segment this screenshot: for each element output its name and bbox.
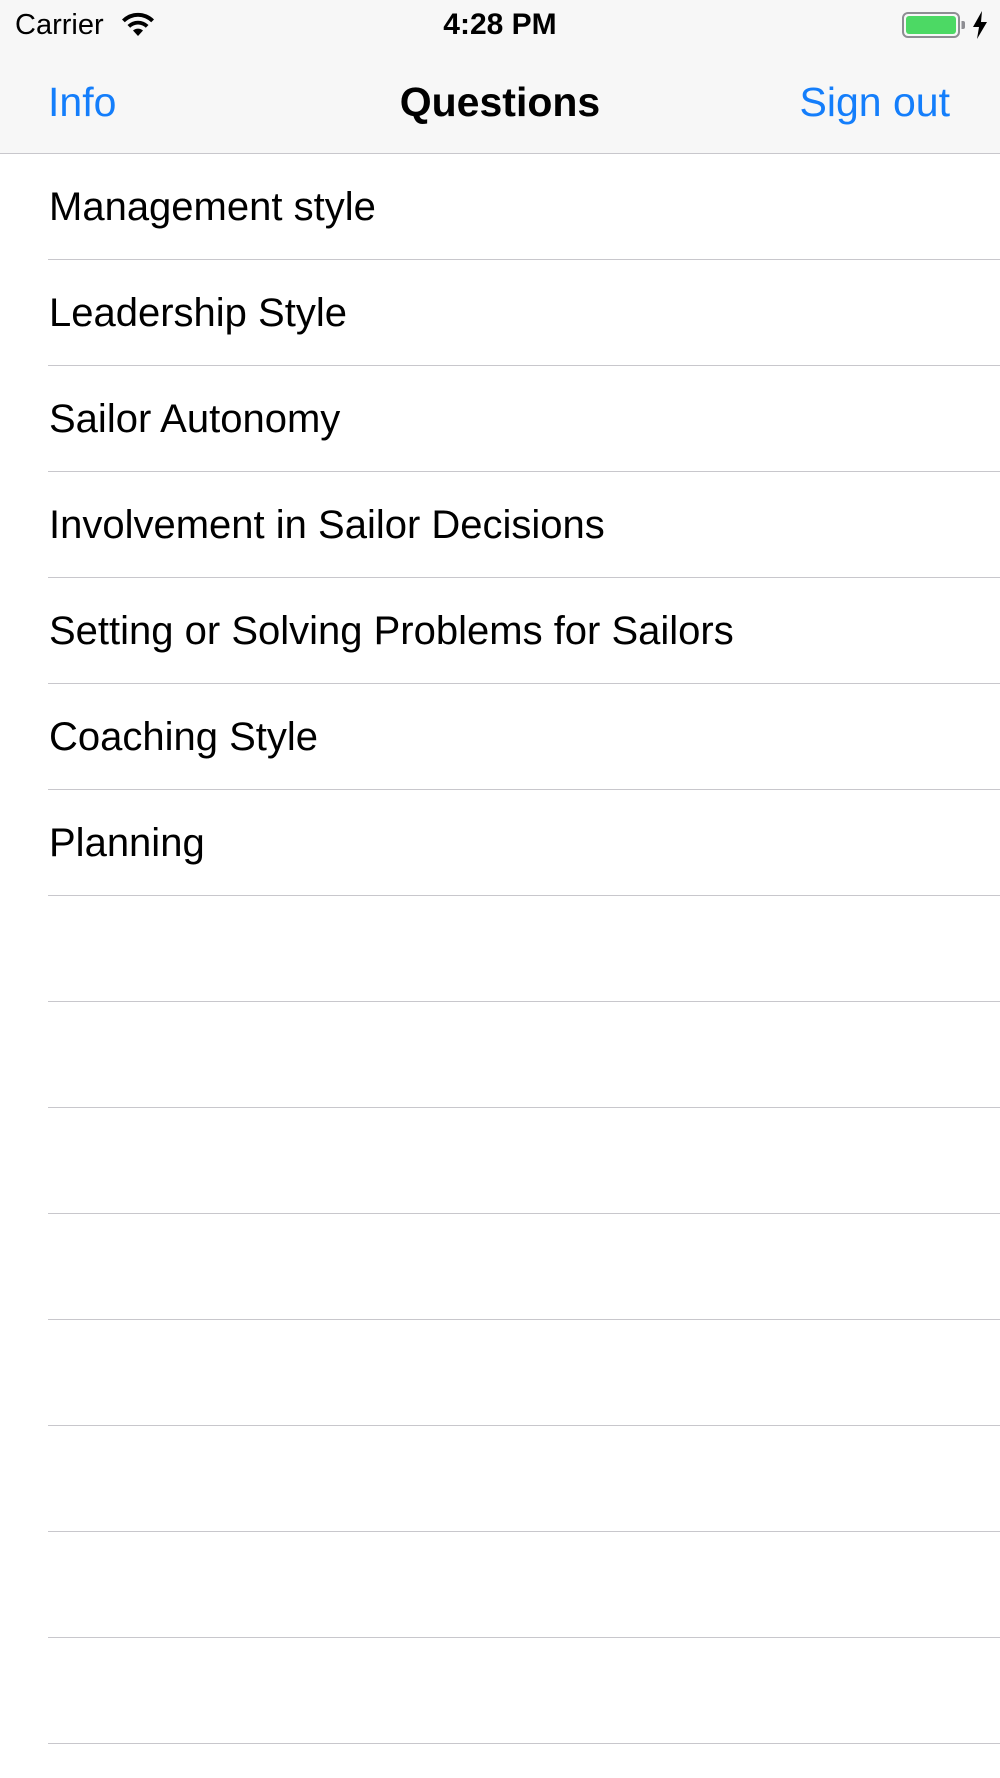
list-item-label: Leadership Style [49, 291, 347, 335]
list-item-sailor-autonomy[interactable]: Sailor Autonomy [0, 366, 1000, 472]
list-item-label: Setting or Solving Problems for Sailors [49, 609, 734, 653]
list-item-label: Management style [49, 185, 376, 229]
empty-row [0, 1108, 1000, 1214]
status-bar: Carrier 4:28 PM [0, 0, 1000, 50]
list-item-label: Sailor Autonomy [49, 397, 341, 441]
empty-row [0, 1426, 1000, 1532]
empty-row [0, 896, 1000, 1002]
list-item-label: Coaching Style [49, 715, 319, 759]
list-item-involvement-in-sailor-decisions[interactable]: Involvement in Sailor Decisions [0, 472, 1000, 578]
list-item-label: Involvement in Sailor Decisions [49, 503, 605, 547]
empty-row [0, 1002, 1000, 1108]
list-item-management-style[interactable]: Management style [0, 154, 1000, 260]
empty-row [0, 1214, 1000, 1320]
charging-icon [973, 11, 987, 39]
sign-out-button[interactable]: Sign out [800, 78, 950, 126]
navigation-bar: Info Questions Sign out [0, 50, 1000, 154]
list-item-planning[interactable]: Planning [0, 790, 1000, 896]
list-item-leadership-style[interactable]: Leadership Style [0, 260, 1000, 366]
empty-row [0, 1638, 1000, 1744]
questions-list: Management style Leadership Style Sailor… [0, 154, 1000, 1744]
empty-row [0, 1532, 1000, 1638]
list-item-coaching-style[interactable]: Coaching Style [0, 684, 1000, 790]
list-item-label: Planning [49, 821, 205, 865]
battery-icon [902, 12, 965, 38]
status-time: 4:28 PM [443, 8, 557, 41]
empty-row [0, 1320, 1000, 1426]
list-item-setting-or-solving-problems[interactable]: Setting or Solving Problems for Sailors [0, 578, 1000, 684]
